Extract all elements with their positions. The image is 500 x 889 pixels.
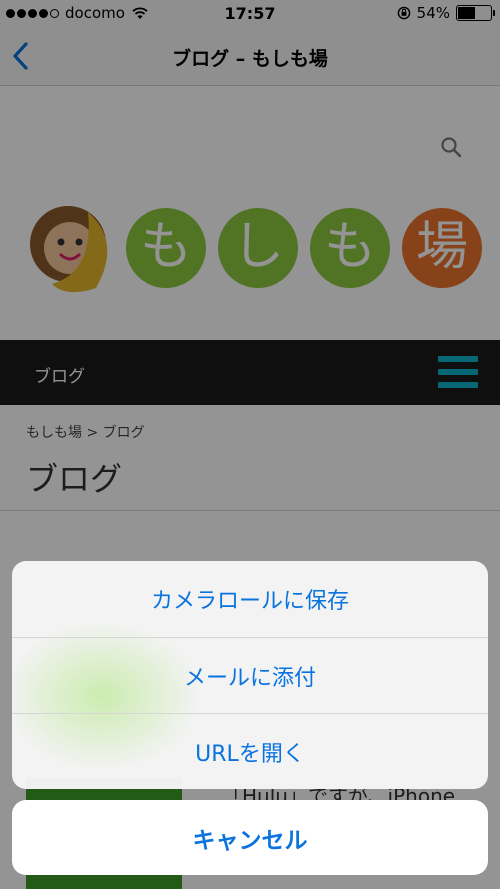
- attach-to-mail-button[interactable]: メールに添付: [12, 637, 488, 713]
- open-url-button[interactable]: URLを開く: [12, 713, 488, 789]
- save-to-camera-roll-button[interactable]: カメラロールに保存: [12, 561, 488, 637]
- action-sheet: カメラロールに保存 メールに添付 URLを開く: [12, 561, 488, 789]
- cancel-button[interactable]: キャンセル: [12, 800, 488, 875]
